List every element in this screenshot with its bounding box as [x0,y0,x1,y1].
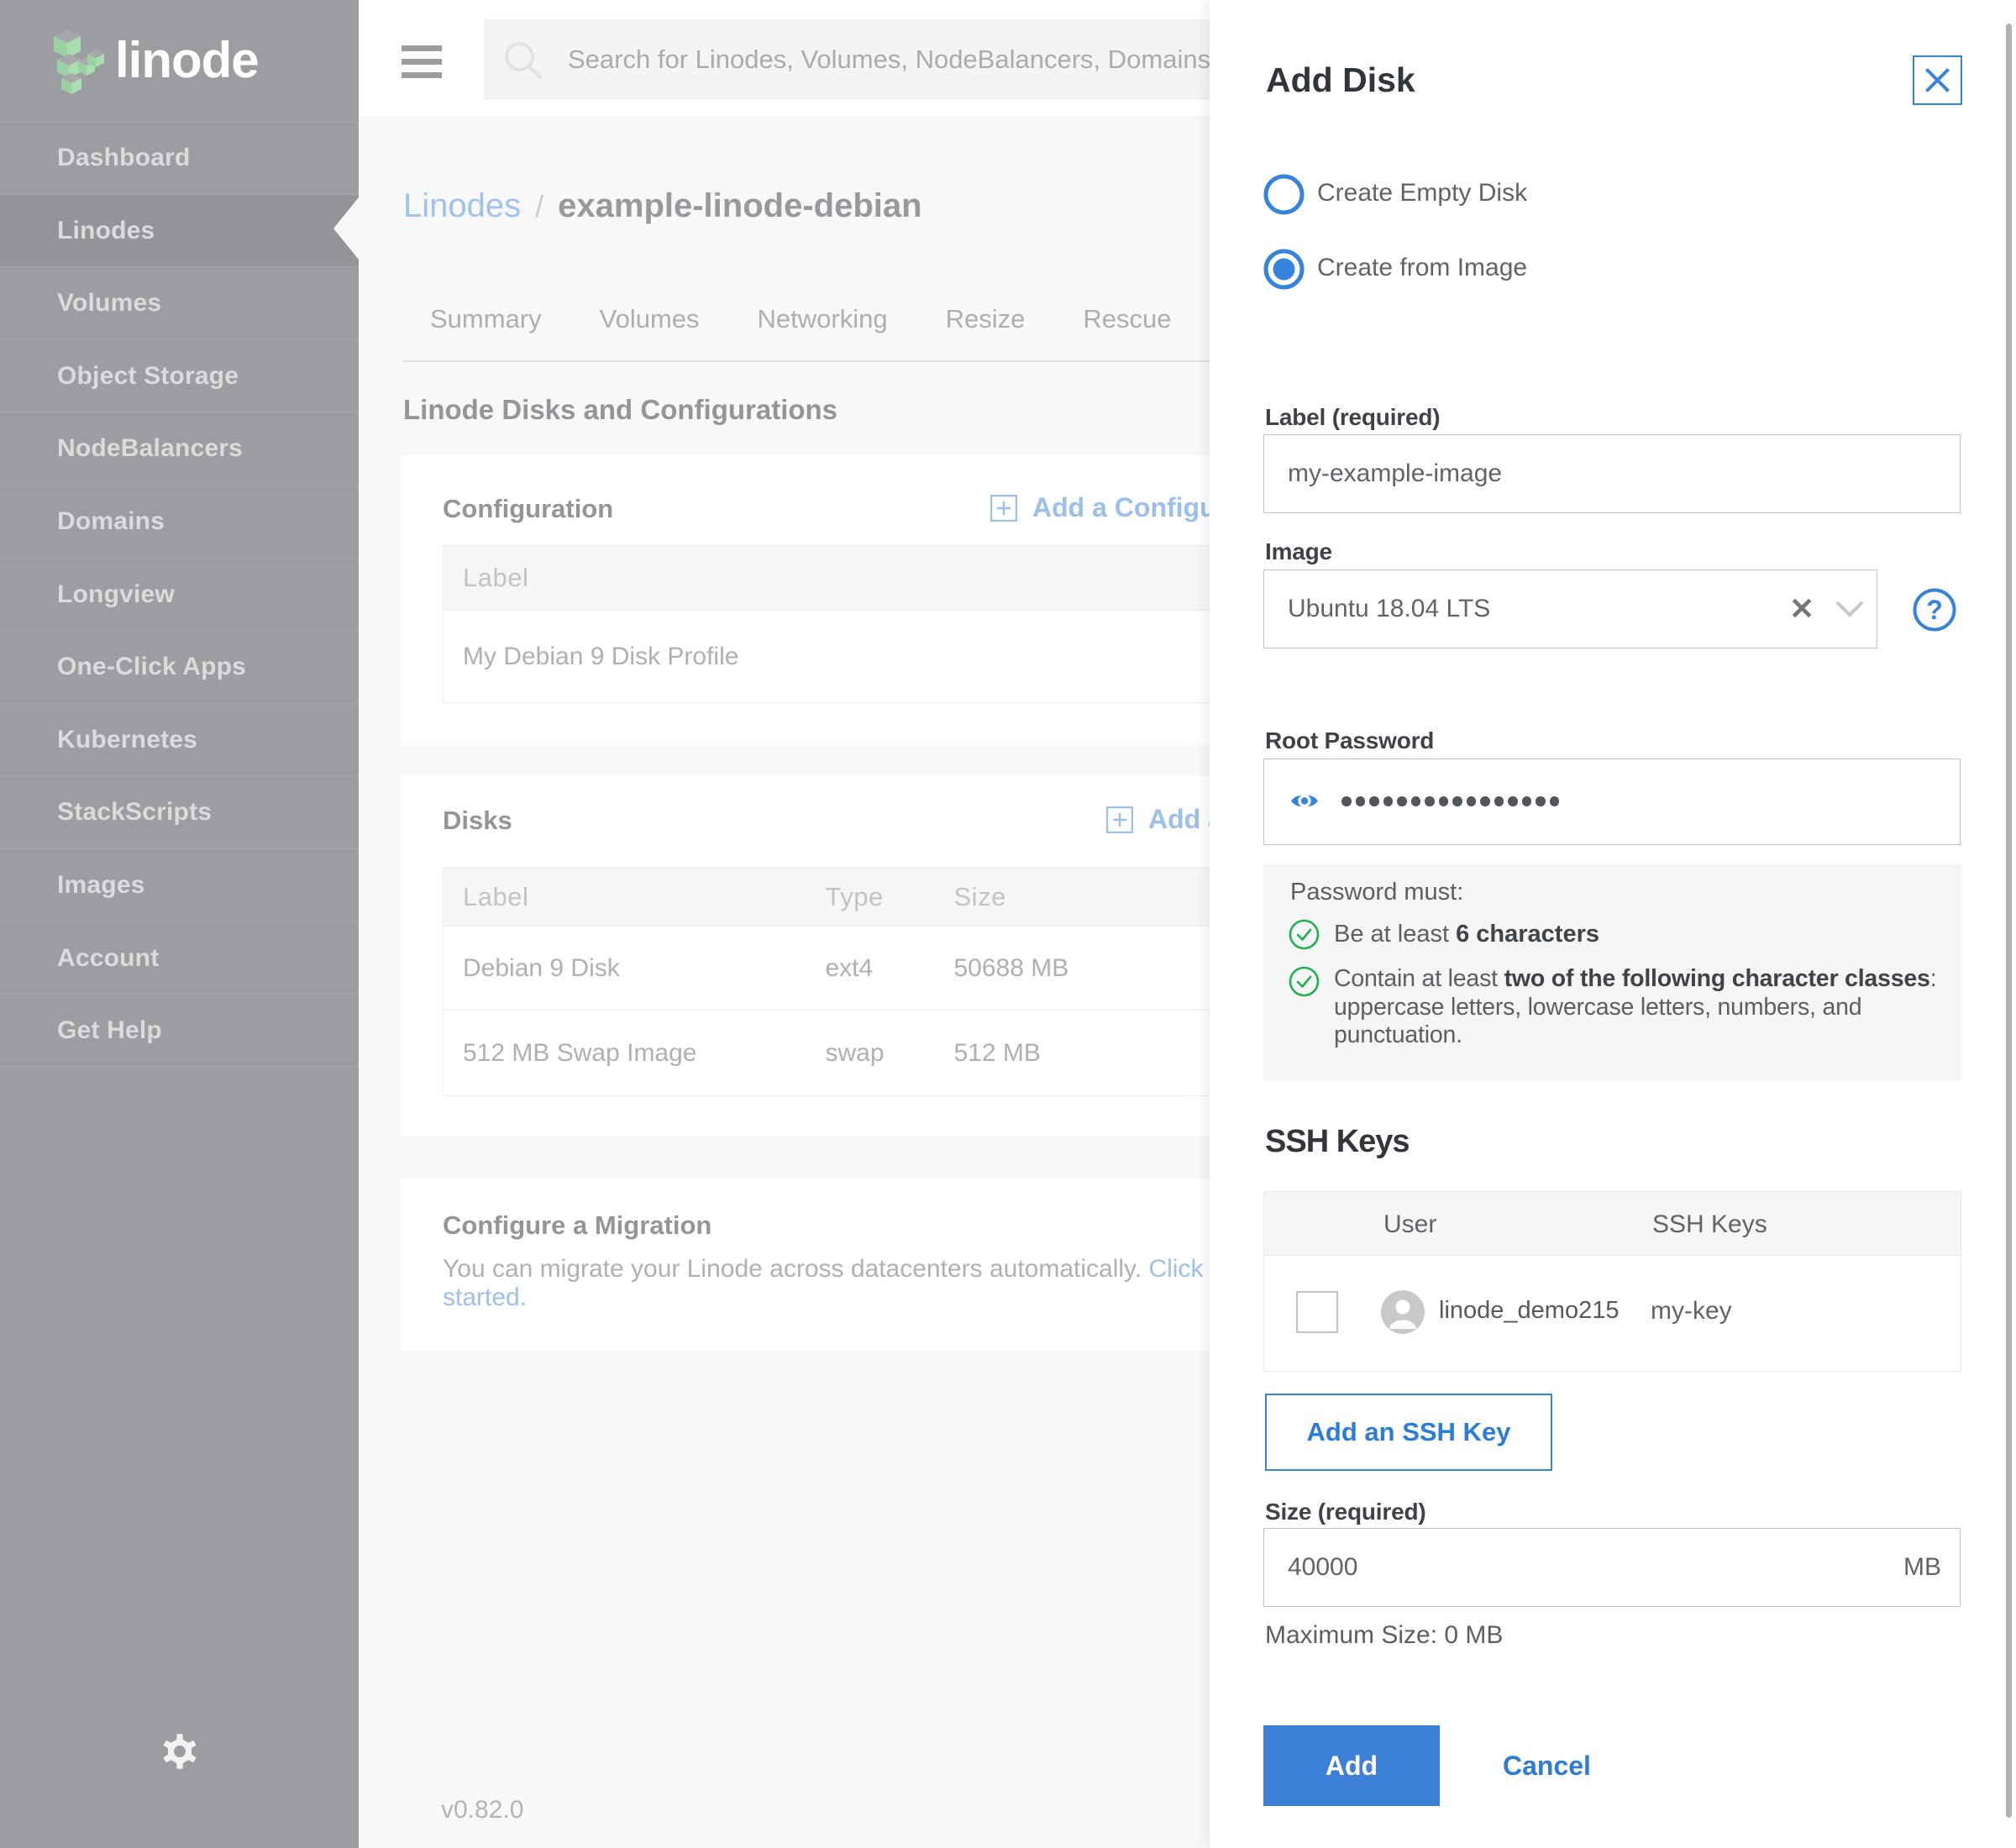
svg-text:?: ? [1926,595,1943,625]
